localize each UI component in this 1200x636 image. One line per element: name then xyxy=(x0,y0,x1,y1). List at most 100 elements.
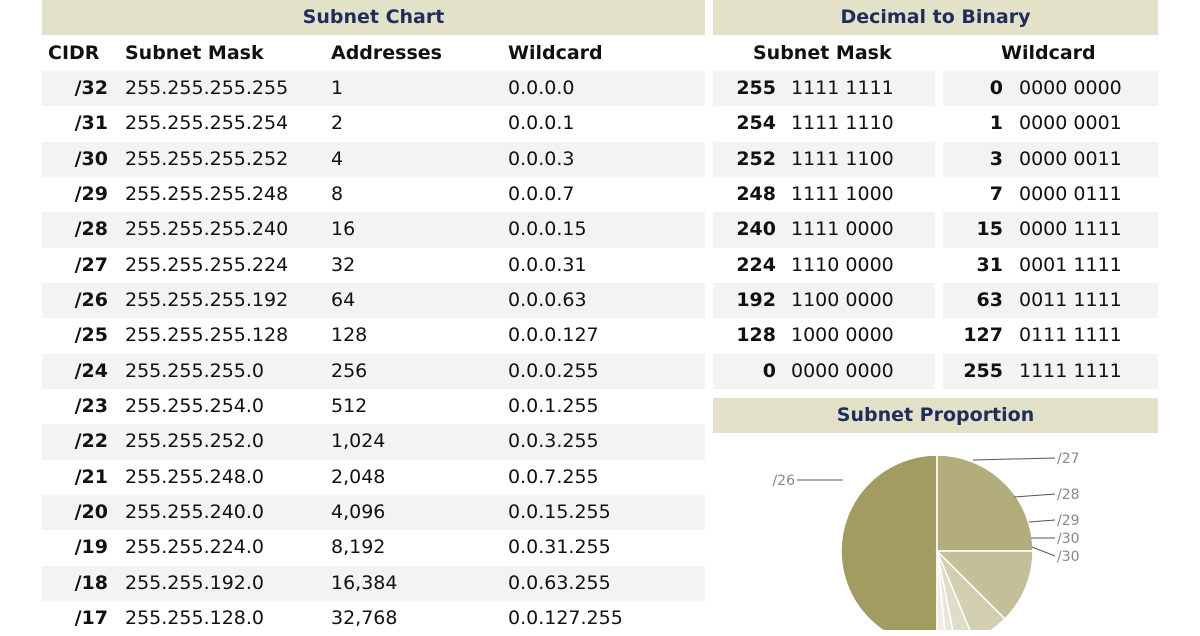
wildcard-cell: 0.0.0.127 xyxy=(508,324,599,347)
table-row: /25 255.255.255.128 128 0.0.0.127 xyxy=(42,318,705,353)
mask-decimal: 240 xyxy=(736,218,776,241)
cidr-cell: /32 xyxy=(74,77,108,99)
subnet-mask-cell: 255.255.255.192 xyxy=(125,288,289,311)
table-row: /24 255.255.255.0 256 0.0.0.255 xyxy=(42,353,705,389)
cidr-cell: /24 xyxy=(74,359,108,382)
addresses-cell: 16,384 xyxy=(331,571,398,594)
wildcard-cell: 0.0.0.15 xyxy=(508,218,587,241)
addresses-cell: 4,096 xyxy=(331,500,386,523)
binary-mask-cell: 224 1110 0000 xyxy=(713,248,935,283)
cidr-cell: /21 xyxy=(74,465,108,488)
subnet-chart-rows: /32 255.255.255.255 1 0.0.0.0/31 255.255.255… xyxy=(42,71,705,636)
binary-wildcard-cell: 31 0001 1111 xyxy=(943,248,1158,283)
subnet-mask-cell: 255.255.255.0 xyxy=(125,359,265,382)
binary-mask-cell: 240 1111 0000 xyxy=(713,212,935,248)
pie-slice xyxy=(840,454,938,630)
subnet-mask-cell: 255.255.255.128 xyxy=(125,324,289,347)
header-binary-subnet-mask: Subnet Mask xyxy=(753,42,892,64)
cidr-cell: /26 xyxy=(74,288,108,311)
addresses-cell: 64 xyxy=(331,288,356,311)
cidr-cell: /31 xyxy=(74,112,108,135)
table-row: /18 255.255.192.0 16,384 0.0.63.255 xyxy=(42,565,705,601)
wildcard-cell: 0.0.1.255 xyxy=(508,394,599,417)
wildcard-cell: 0.0.0.255 xyxy=(508,359,599,382)
wildcard-binary: 0000 0111 xyxy=(1019,182,1122,205)
mask-binary: 1111 1100 xyxy=(791,147,894,170)
table-row: 248 1111 1000 7 0000 0111 xyxy=(713,177,1158,212)
table-row: 254 1111 1110 1 0000 0001 xyxy=(713,106,1158,141)
pie-slice xyxy=(936,454,1034,552)
pie-leader-line xyxy=(972,457,1056,461)
mask-binary: 1111 1000 xyxy=(791,182,894,205)
binary-mask-cell: 0 0000 0000 xyxy=(713,353,935,389)
header-binary-wildcard: Wildcard xyxy=(1001,42,1096,64)
table-row: /31 255.255.255.254 2 0.0.0.1 xyxy=(42,106,705,141)
table-row: /20 255.255.240.0 4,096 0.0.15.255 xyxy=(42,494,705,531)
header-subnet-mask: Subnet Mask xyxy=(125,42,264,64)
wildcard-cell: 0.0.0.63 xyxy=(508,288,587,311)
table-row: /29 255.255.255.248 8 0.0.0.7 xyxy=(42,177,705,212)
binary-mask-cell: 252 1111 1100 xyxy=(713,141,935,177)
wildcard-binary: 0000 1111 xyxy=(1019,218,1122,241)
cidr-cell: /22 xyxy=(74,430,108,453)
mask-binary: 1111 0000 xyxy=(791,218,894,241)
wildcard-cell: 0.0.127.255 xyxy=(508,606,623,629)
pie-slice-label: /29 xyxy=(1057,513,1080,529)
cidr-cell: /18 xyxy=(74,571,108,594)
wildcard-cell: 0.0.15.255 xyxy=(508,500,611,523)
wildcard-decimal: 1 xyxy=(989,112,1003,135)
table-row: /30 255.255.255.252 4 0.0.0.3 xyxy=(42,141,705,177)
cidr-cell: /27 xyxy=(74,253,108,276)
subnet-mask-cell: 255.255.255.255 xyxy=(125,77,289,99)
mask-decimal: 192 xyxy=(736,288,776,311)
wildcard-binary: 0000 0001 xyxy=(1019,112,1122,135)
pie-leader-line xyxy=(1031,546,1056,557)
pie-slice-label: /30 xyxy=(1057,531,1080,547)
table-row: 0 0000 0000 255 1111 1111 xyxy=(713,353,1158,389)
binary-mask-cell: 248 1111 1000 xyxy=(713,177,935,212)
table-row: 128 1000 0000 127 0111 1111 xyxy=(713,318,1158,353)
binary-wildcard-cell: 7 0000 0111 xyxy=(943,177,1158,212)
header-wildcard: Wildcard xyxy=(508,42,603,64)
pie-leader-line xyxy=(1028,519,1056,523)
pie-slice-label: /27 xyxy=(1057,451,1080,467)
wildcard-decimal: 15 xyxy=(976,218,1003,241)
binary-wildcard-cell: 127 0111 1111 xyxy=(943,318,1158,353)
mask-binary: 1110 0000 xyxy=(791,253,894,276)
mask-decimal: 128 xyxy=(736,324,776,347)
binary-mask-cell: 192 1100 0000 xyxy=(713,282,935,319)
table-row: /22 255.255.252.0 1,024 0.0.3.255 xyxy=(42,424,705,460)
mask-binary: 0000 0000 xyxy=(791,359,894,382)
table-row: 240 1111 0000 15 0000 1111 xyxy=(713,212,1158,248)
addresses-cell: 32,768 xyxy=(331,606,398,629)
wildcard-decimal: 255 xyxy=(963,359,1003,382)
pie-slice-label: /30 xyxy=(1057,549,1080,565)
table-row: 252 1111 1100 3 0000 0011 xyxy=(713,141,1158,177)
wildcard-cell: 0.0.0.31 xyxy=(508,253,587,276)
binary-wildcard-cell: 255 1111 1111 xyxy=(943,353,1158,389)
table-row: /27 255.255.255.224 32 0.0.0.31 xyxy=(42,248,705,283)
addresses-cell: 32 xyxy=(331,253,356,276)
mask-decimal: 255 xyxy=(736,77,776,99)
cidr-cell: /23 xyxy=(74,394,108,417)
wildcard-cell: 0.0.0.3 xyxy=(508,147,575,170)
subnet-proportion-pie: /26/27/28/29/30/30 xyxy=(772,451,1080,630)
addresses-cell: 8,192 xyxy=(331,536,386,559)
subnet-mask-cell: 255.255.255.224 xyxy=(125,253,289,276)
addresses-cell: 128 xyxy=(331,324,368,347)
wildcard-cell: 0.0.0.7 xyxy=(508,182,575,205)
pie-slice-label: /26 xyxy=(772,473,795,489)
wildcard-cell: 0.0.0.0 xyxy=(508,77,575,99)
cidr-cell: /20 xyxy=(74,500,108,523)
subnet-mask-cell: 255.255.255.240 xyxy=(125,218,289,241)
wildcard-decimal: 31 xyxy=(976,253,1003,276)
subnet-mask-cell: 255.255.255.248 xyxy=(125,182,289,205)
addresses-cell: 8 xyxy=(331,182,344,205)
wildcard-cell: 0.0.31.255 xyxy=(508,536,611,559)
cidr-cell: /29 xyxy=(74,182,108,205)
binary-wildcard-cell: 63 0011 1111 xyxy=(943,282,1158,319)
wildcard-decimal: 127 xyxy=(963,324,1003,347)
binary-wildcard-cell: 15 0000 1111 xyxy=(943,212,1158,248)
table-row: /21 255.255.248.0 2,048 0.0.7.255 xyxy=(42,460,705,495)
subnet-proportion-panel: Subnet Proportion /26/27/28/29/30/30 xyxy=(713,398,1158,630)
